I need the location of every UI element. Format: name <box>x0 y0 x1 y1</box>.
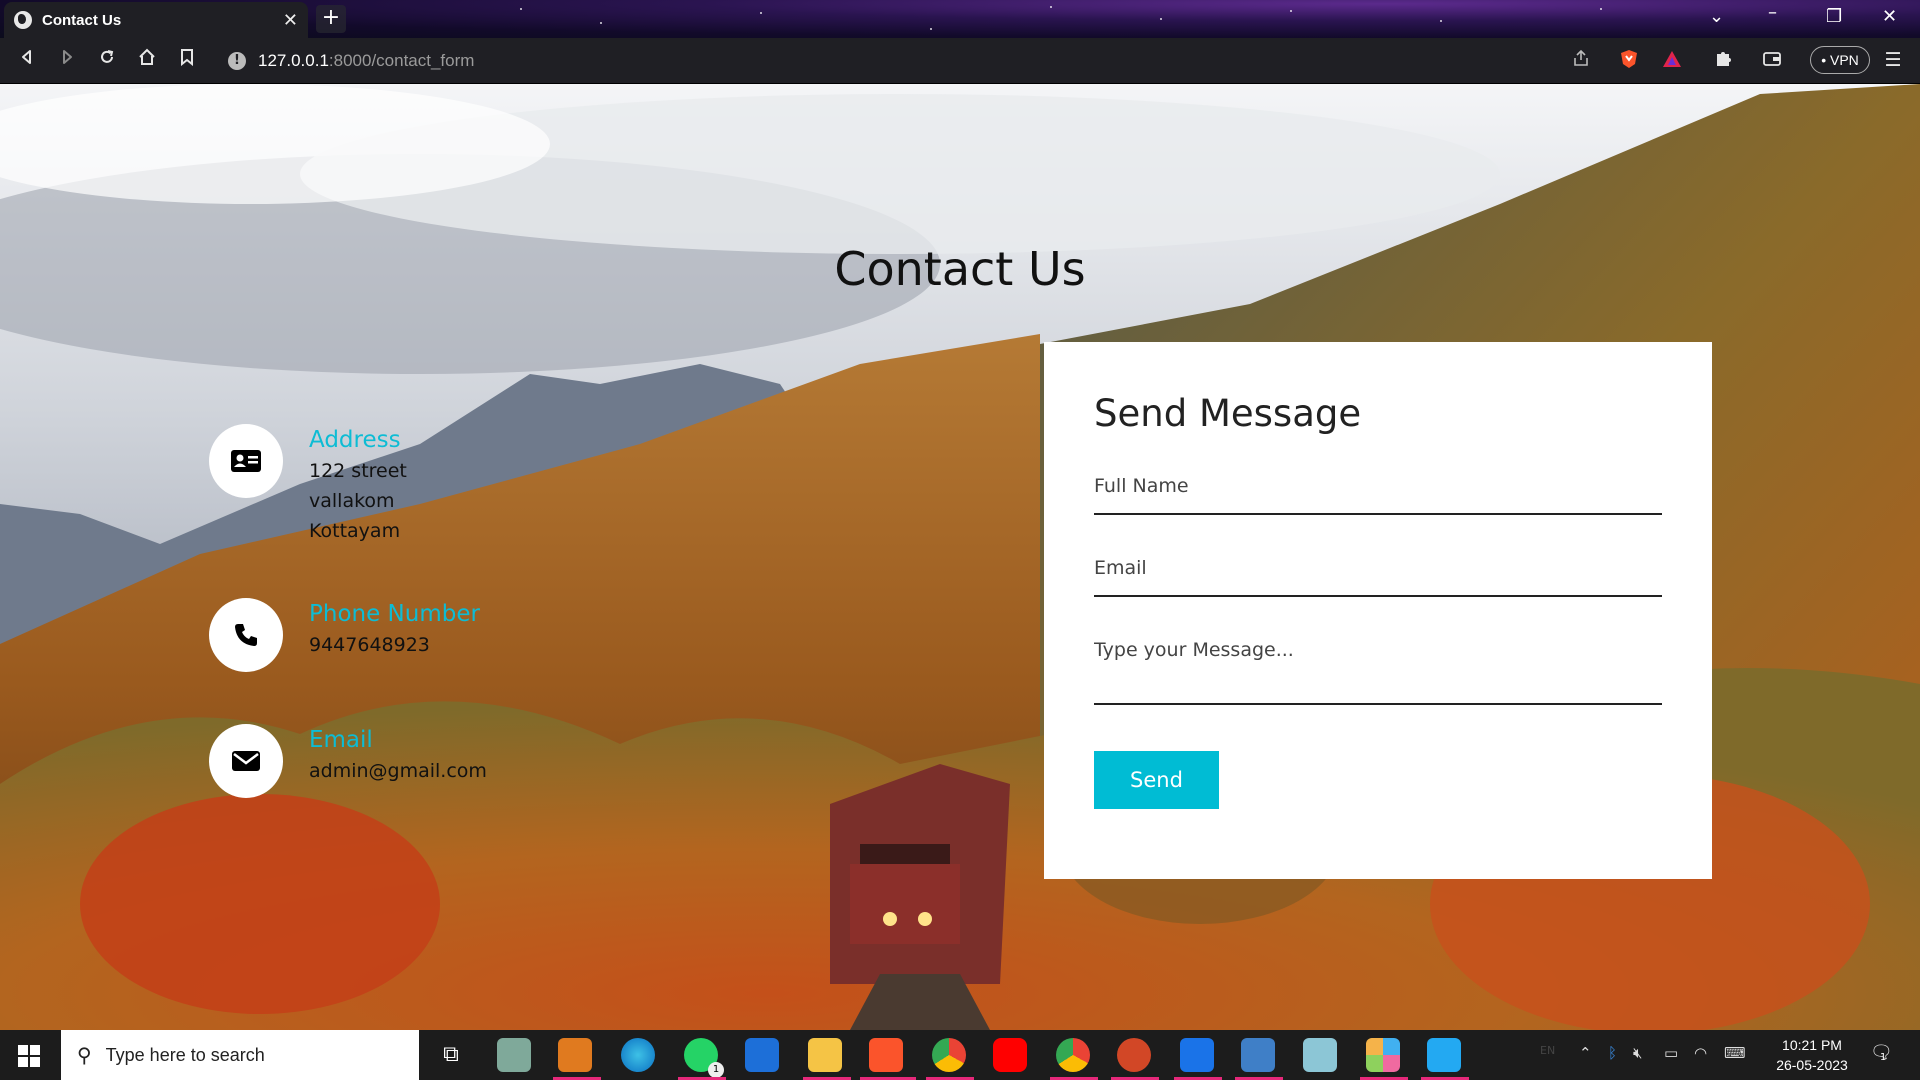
browser-toolbar: ! 127.0.0.1:8000/contact_form • VPN ☰ <box>0 38 1920 84</box>
star-decoration <box>520 8 522 10</box>
address-line: 122 street <box>309 460 407 482</box>
tab-title: Contact Us <box>42 11 122 29</box>
extensions-puzzle-icon[interactable] <box>1710 48 1736 74</box>
restore-button[interactable]: ❐ <box>1826 6 1842 27</box>
email-heading: Email <box>309 727 373 753</box>
file-explorer-icon[interactable] <box>808 1038 842 1072</box>
message-field <box>1094 627 1662 705</box>
address-bar[interactable]: ! 127.0.0.1:8000/contact_form <box>220 45 1560 77</box>
browser-tab-strip: Contact Us ✕ + ⌄ – ❐ ✕ <box>0 0 1920 38</box>
keyboard-icon[interactable]: ⌨ <box>1724 1044 1746 1062</box>
powerpoint-icon[interactable] <box>1117 1038 1151 1072</box>
email-field <box>1094 545 1662 597</box>
brave-rewards-icon[interactable] <box>1659 48 1685 76</box>
close-window-button[interactable]: ✕ <box>1882 6 1897 27</box>
bluetooth-icon[interactable]: ᛒ <box>1608 1044 1617 1062</box>
phone-text: Phone Number 9447648923 <box>309 598 480 660</box>
vscode-icon[interactable] <box>1427 1038 1461 1072</box>
address-line: Kottayam <box>309 520 401 542</box>
brave-shield-icon[interactable] <box>1616 48 1642 76</box>
new-tab-button[interactable]: + <box>316 5 346 33</box>
taskbar-clock[interactable]: 10:21 PM 26-05-2023 <box>1764 1035 1860 1075</box>
whatsapp-icon[interactable]: 1 <box>684 1038 724 1078</box>
taskbar-search-box[interactable]: ⚲ Type here to search <box>61 1030 419 1080</box>
tab-close-button[interactable]: ✕ <box>283 10 298 31</box>
send-message-form: Send Message Send <box>1044 342 1712 879</box>
mail-icon[interactable] <box>745 1038 779 1072</box>
message-textarea[interactable] <box>1094 639 1662 695</box>
notes-app-icon[interactable] <box>1303 1038 1337 1072</box>
speaker-muted-icon[interactable]: 🔇︎ <box>1633 1044 1642 1062</box>
task-view-icon[interactable]: ⧉ <box>434 1038 468 1072</box>
full-name-input[interactable] <box>1094 475 1662 497</box>
envelope-icon <box>232 751 260 771</box>
language-indicator[interactable]: EN <box>1540 1044 1555 1057</box>
reload-icon[interactable] <box>94 48 120 72</box>
full-name-field <box>1094 463 1662 515</box>
menu-hamburger-icon[interactable]: ☰ <box>1880 48 1906 72</box>
star-decoration <box>1050 6 1052 8</box>
store-app-icon[interactable] <box>1180 1038 1214 1072</box>
chatgpt-app-icon[interactable] <box>497 1038 531 1072</box>
phone-heading: Phone Number <box>309 601 480 627</box>
email-input[interactable] <box>1094 557 1662 579</box>
phone-number: 9447648923 <box>309 634 430 656</box>
star-decoration <box>600 22 602 24</box>
address-card-icon <box>231 450 261 472</box>
star-decoration <box>1160 18 1162 20</box>
star-decoration <box>760 12 762 14</box>
tab-search-chevron-icon[interactable]: ⌄ <box>1709 6 1724 27</box>
page-title: Contact Us <box>834 242 1086 296</box>
battery-icon[interactable]: ▭ <box>1664 1044 1678 1062</box>
globe-icon <box>14 11 32 29</box>
notification-center-icon[interactable]: 🗨︎ 1 <box>1870 1042 1893 1063</box>
brave-browser-icon[interactable] <box>869 1038 903 1072</box>
clock-time: 10:21 PM <box>1782 1037 1842 1053</box>
star-decoration <box>1600 8 1602 10</box>
show-hidden-icons-chevron-icon[interactable]: ⌃ <box>1579 1044 1592 1062</box>
send-button[interactable]: Send <box>1094 751 1219 809</box>
clock-date: 26-05-2023 <box>1776 1057 1848 1073</box>
windows-start-icon[interactable] <box>18 1045 40 1067</box>
form-heading: Send Message <box>1094 392 1362 435</box>
youtube-icon[interactable] <box>993 1038 1027 1072</box>
search-icon: ⚲ <box>77 1043 92 1067</box>
email-address: admin@gmail.com <box>309 760 487 782</box>
wifi-icon[interactable]: ◠ <box>1694 1044 1707 1062</box>
edge-browser-icon[interactable] <box>621 1038 655 1072</box>
notification-count: 1 <box>1880 1052 1887 1063</box>
share-icon[interactable] <box>1568 48 1594 74</box>
chrome-profile-icon[interactable] <box>932 1038 966 1072</box>
chrome-icon[interactable] <box>1056 1038 1090 1072</box>
site-info-icon[interactable]: ! <box>228 52 246 70</box>
snipping-tool-icon[interactable] <box>1366 1038 1400 1072</box>
back-icon[interactable] <box>14 48 40 72</box>
phone-icon <box>235 624 257 646</box>
office-app-icon[interactable] <box>558 1038 592 1072</box>
phone-icon-circle <box>209 598 283 672</box>
star-decoration <box>1290 10 1292 12</box>
url-text[interactable]: 127.0.0.1:8000/contact_form <box>258 51 474 71</box>
active-tab[interactable]: Contact Us ✕ <box>4 2 308 38</box>
minimize-button[interactable]: – <box>1768 2 1777 23</box>
address-heading: Address <box>309 427 401 453</box>
vpn-button[interactable]: • VPN <box>1810 46 1870 74</box>
email-icon-circle <box>209 724 283 798</box>
address-line: vallakom <box>309 490 395 512</box>
photos-icon[interactable] <box>1241 1038 1275 1072</box>
whatsapp-badge: 1 <box>708 1062 724 1078</box>
wallet-icon[interactable] <box>1759 48 1785 74</box>
star-decoration <box>930 28 932 30</box>
address-icon-circle <box>209 424 283 498</box>
windows-taskbar: ⚲ Type here to search ⧉ 1 EN ⌃ ᛒ 🔇︎ ▭ ◠ … <box>0 1030 1920 1080</box>
taskbar-search-placeholder: Type here to search <box>105 1044 265 1065</box>
home-icon[interactable] <box>134 48 160 72</box>
bookmark-icon[interactable] <box>174 48 200 72</box>
contact-page: Contact Us Address 122 street vallakom K… <box>0 84 1920 1030</box>
star-decoration <box>1440 20 1442 22</box>
email-text: Email admin@gmail.com <box>309 724 487 786</box>
address-text: Address 122 street vallakom Kottayam <box>309 424 407 546</box>
forward-icon[interactable] <box>54 48 80 72</box>
